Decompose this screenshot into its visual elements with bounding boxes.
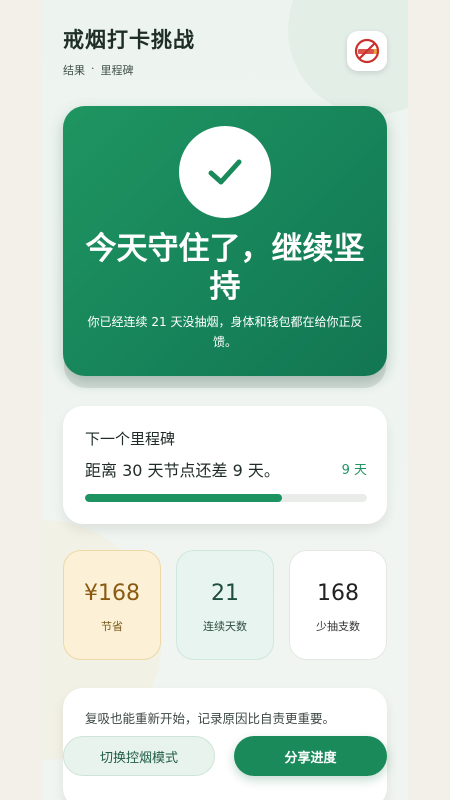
page-title: 戒烟打卡挑战	[63, 28, 195, 52]
hero-card: 今天守住了，继续坚持 你已经连续 21 天没抽烟，身体和钱包都在给你正反馈。	[63, 106, 387, 376]
stat-card-less[interactable]: 168 少抽支数	[289, 550, 387, 660]
milestone-label: 下一个里程碑	[85, 430, 176, 448]
header: 戒烟打卡挑战 结果 · 里程碑	[63, 24, 195, 78]
share-progress-button[interactable]: 分享进度	[234, 736, 387, 776]
breadcrumb-item-milestone[interactable]: 里程碑	[101, 62, 134, 78]
stat-days-value: 21	[211, 581, 239, 606]
app-screen: 戒烟打卡挑战 结果 · 里程碑 今天守住了，继续坚持 你已经连续 21 天没抽烟…	[42, 0, 408, 800]
breadcrumb-item-result[interactable]: 结果	[63, 62, 85, 78]
breadcrumb-separator: ·	[91, 62, 95, 75]
encouragement-text: 复吸也能重新开始，记录原因比自责更重要。	[85, 711, 336, 726]
no-smoking-icon[interactable]	[347, 31, 387, 71]
stat-card-days[interactable]: 21 连续天数	[176, 550, 274, 660]
milestone-progress-bar	[85, 494, 367, 502]
hero-title: 今天守住了，继续坚持	[85, 231, 365, 305]
stat-days-label: 连续天数	[203, 620, 247, 633]
hero-subtitle: 你已经连续 21 天没抽烟，身体和钱包都在给你正反馈。	[87, 315, 363, 349]
milestone-progress-fill	[85, 494, 283, 502]
stat-card-saved[interactable]: ¥168 节省	[63, 550, 161, 660]
milestone-remaining-badge: 9 天	[341, 463, 367, 478]
breadcrumb: 结果 · 里程碑	[63, 62, 195, 78]
stat-saved-label: 节省	[101, 620, 123, 633]
switch-mode-button[interactable]: 切换控烟模式	[63, 736, 215, 776]
milestone-card: 下一个里程碑 距离 30 天节点还差 9 天。 9 天	[63, 406, 387, 524]
milestone-text: 距离 30 天节点还差 9 天。	[85, 461, 280, 480]
stat-less-label: 少抽支数	[316, 620, 360, 633]
stat-less-value: 168	[317, 581, 359, 606]
stat-saved-value: ¥168	[84, 581, 140, 606]
check-icon	[179, 126, 271, 218]
